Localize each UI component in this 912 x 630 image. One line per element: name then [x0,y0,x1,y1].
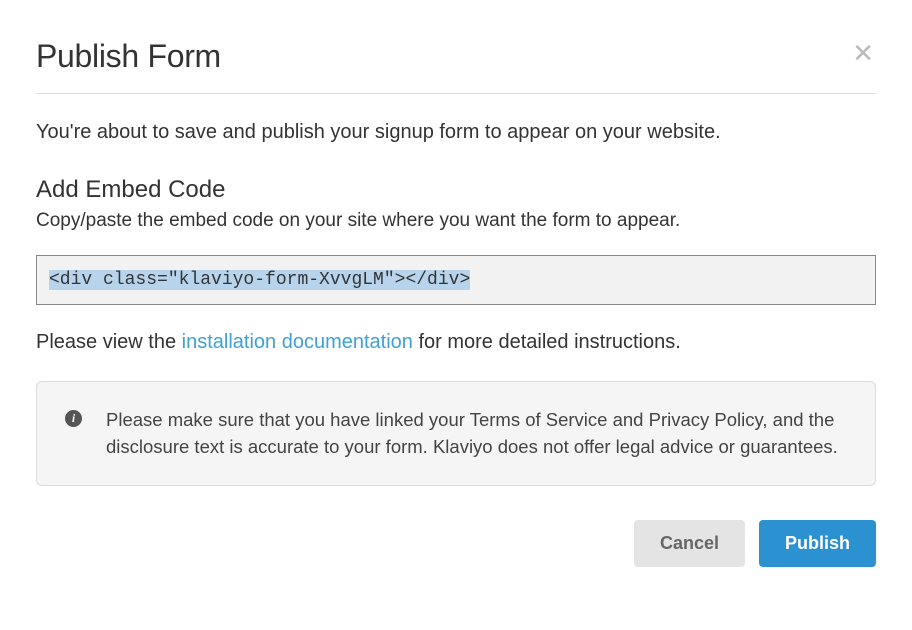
docs-line: Please view the installation documentati… [36,327,876,357]
info-icon: i [65,410,82,427]
embed-code-text: <div class="klaviyo-form-XvvgLM"></div> [49,270,470,290]
docs-pre: Please view the [36,331,182,353]
cancel-button[interactable]: Cancel [634,520,745,567]
close-icon[interactable]: ✕ [850,38,876,68]
docs-post: for more detailed instructions. [413,331,681,353]
embed-code-box[interactable]: <div class="klaviyo-form-XvvgLM"></div> [36,255,876,305]
docs-link[interactable]: installation documentation [182,331,413,353]
modal-header: Publish Form ✕ [36,38,876,94]
notice-box: i Please make sure that you have linked … [36,381,876,487]
embed-subtext: Copy/paste the embed code on your site w… [36,208,876,235]
notice-text: Please make sure that you have linked yo… [106,406,847,462]
modal-footer: Cancel Publish [36,520,876,567]
embed-heading: Add Embed Code [36,176,876,204]
modal-title: Publish Form [36,38,221,75]
publish-button[interactable]: Publish [759,520,876,567]
intro-text: You're about to save and publish your si… [36,118,876,146]
